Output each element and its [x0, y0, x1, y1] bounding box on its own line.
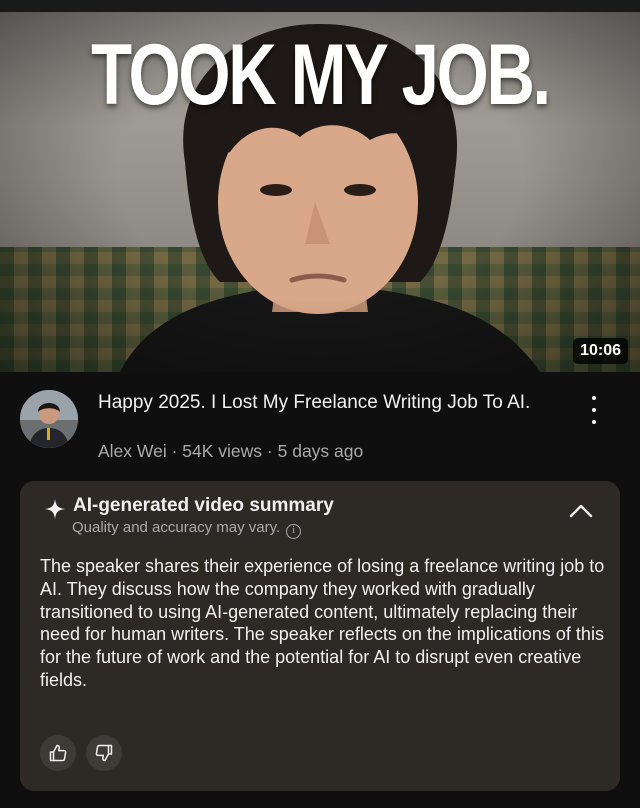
top-bar: [0, 0, 640, 12]
meta-separator: ·: [166, 441, 183, 461]
like-button[interactable]: [40, 735, 76, 771]
info-icon[interactable]: i: [286, 523, 302, 539]
summary-disclaimer-row: Quality and accuracy may vary. i: [72, 519, 302, 539]
summary-heading: AI-generated video summary: [73, 495, 334, 516]
kebab-dot: [592, 396, 596, 400]
kebab-dot: [592, 408, 596, 412]
video-duration-badge: 10:06: [573, 338, 628, 364]
thumbnail-overlay-text: TOOK MY JOB.: [91, 27, 551, 123]
meta-separator: ·: [262, 441, 278, 461]
summary-text: The speaker shares their experience of l…: [40, 556, 605, 690]
video-thumbnail[interactable]: TOOK MY JOB. 10:06: [0, 12, 640, 372]
channel-avatar[interactable]: [20, 390, 78, 448]
thumbs-up-icon: [49, 744, 67, 762]
kebab-dot: [592, 420, 596, 424]
dislike-button[interactable]: [86, 735, 122, 771]
chevron-up-icon[interactable]: [566, 500, 596, 522]
sparkle-icon: [45, 499, 65, 519]
thumbs-down-icon: [95, 744, 113, 762]
video-meta: Alex Wei · 54K views · 5 days ago: [98, 441, 363, 462]
summary-disclaimer: Quality and accuracy may vary.: [72, 519, 281, 536]
more-vertical-icon[interactable]: [584, 396, 604, 424]
video-title[interactable]: Happy 2025. I Lost My Freelance Writing …: [98, 392, 568, 414]
upload-age: 5 days ago: [277, 441, 364, 461]
view-count: 54K views: [182, 441, 263, 461]
avatar-image: [20, 390, 78, 448]
channel-name[interactable]: Alex Wei: [98, 441, 167, 461]
